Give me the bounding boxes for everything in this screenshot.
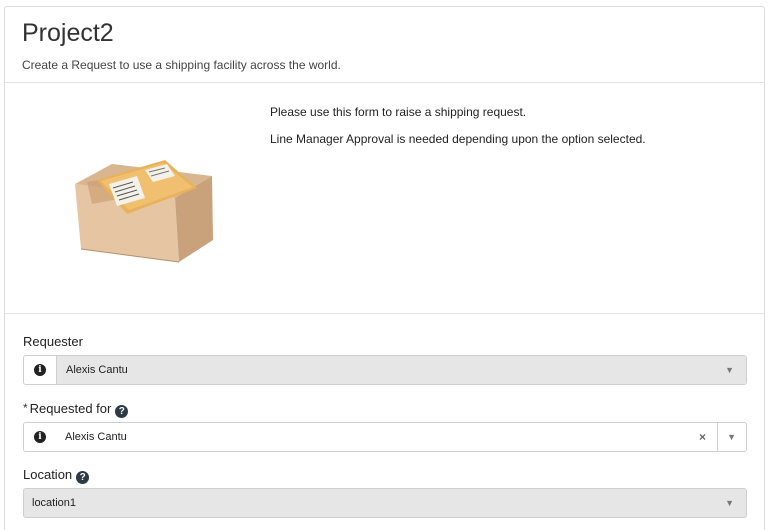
intro-line-2: Line Manager Approval is needed dependin… [270, 132, 646, 146]
location-select[interactable]: location1 ▼ [24, 489, 746, 517]
intro-line-1: Please use this form to raise a shipping… [270, 105, 527, 119]
location-field[interactable]: location1 ▼ [23, 488, 747, 518]
requested-for-field: i Alexis Cantu × ▼ [23, 422, 747, 452]
requester-label-text: Requester [23, 334, 83, 349]
chevron-down-icon: ▼ [725, 365, 734, 375]
requester-field: i Alexis Cantu ▼ [23, 355, 747, 385]
requested-for-value: Alexis Cantu [65, 431, 127, 443]
help-icon[interactable]: ? [76, 471, 90, 484]
clear-icon[interactable]: × [699, 430, 706, 444]
required-marker: * [23, 401, 28, 415]
requested-for-label: * Requested for? [23, 401, 129, 418]
info-icon: i [34, 431, 46, 443]
chevron-down-icon[interactable]: ▼ [727, 432, 736, 442]
requested-for-select[interactable]: Alexis Cantu × ▼ [56, 423, 746, 451]
location-label: Location? [23, 467, 90, 484]
requested-for-label-text: Requested for [29, 401, 112, 416]
help-icon[interactable]: ? [115, 405, 129, 418]
select-divider [717, 423, 718, 451]
requester-label: Requester [23, 334, 83, 349]
info-icon: i [34, 364, 46, 376]
catalog-header: Project2 Create a Request to use a shipp… [5, 7, 764, 83]
catalog-item-card: Project2 Create a Request to use a shipp… [4, 6, 765, 530]
requester-select: Alexis Cantu ▼ [56, 356, 746, 384]
intro-section: Please use this form to raise a shipping… [5, 84, 764, 314]
package-image [75, 160, 213, 263]
page-title: Project2 [22, 19, 114, 47]
location-value: location1 [32, 497, 77, 509]
requested-for-info-button[interactable]: i [24, 423, 56, 451]
location-label-text: Location [23, 467, 73, 482]
chevron-down-icon: ▼ [725, 498, 734, 508]
page-subtitle: Create a Request to use a shipping facil… [22, 58, 341, 72]
requester-value: Alexis Cantu [66, 364, 128, 376]
requester-info-button[interactable]: i [24, 356, 56, 384]
